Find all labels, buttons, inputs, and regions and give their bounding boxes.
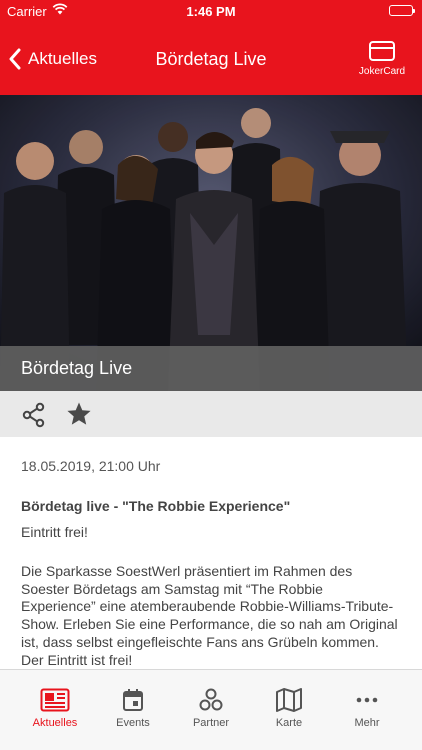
article-content: 18.05.2019, 21:00 Uhr Bördetag live - "T… bbox=[0, 437, 422, 669]
event-date: 18.05.2019, 21:00 Uhr bbox=[21, 458, 161, 474]
tab-partner[interactable]: Partner bbox=[169, 670, 253, 750]
more-icon bbox=[325, 688, 409, 712]
tab-label: Aktuelles bbox=[32, 717, 78, 729]
tab-aktuelles[interactable]: Aktuelles bbox=[13, 670, 97, 750]
article-intro: Eintritt frei! bbox=[21, 524, 88, 540]
status-bar: Carrier 1:46 PM bbox=[0, 0, 422, 22]
map-icon bbox=[247, 688, 331, 712]
tab-label: Karte bbox=[275, 717, 303, 729]
star-icon[interactable] bbox=[66, 401, 92, 432]
tab-label: Partner bbox=[192, 717, 230, 729]
tab-label: Events bbox=[116, 717, 150, 729]
event-hero-image: Bördetag Live bbox=[0, 95, 422, 391]
partner-icon bbox=[169, 688, 253, 712]
back-button[interactable]: Aktuelles bbox=[8, 44, 97, 74]
article-heading: Bördetag live - "The Robbie Experience" bbox=[21, 498, 291, 514]
card-icon bbox=[354, 40, 410, 62]
tab-karte[interactable]: Karte bbox=[247, 670, 331, 750]
back-button-label: Aktuelles bbox=[28, 49, 97, 68]
action-bar bbox=[0, 391, 422, 437]
jokercard-label: JokerCard bbox=[358, 66, 406, 77]
share-icon[interactable] bbox=[21, 402, 47, 433]
hero-caption: Bördetag Live bbox=[0, 346, 422, 391]
article-body: Die Sparkasse SoestWerl präsentiert im R… bbox=[21, 562, 398, 668]
back-chevron-icon bbox=[8, 48, 22, 70]
newspaper-icon bbox=[13, 688, 97, 712]
tab-mehr[interactable]: Mehr bbox=[325, 670, 409, 750]
tab-label: Mehr bbox=[354, 717, 380, 729]
calendar-icon bbox=[91, 688, 175, 712]
tab-events[interactable]: Events bbox=[91, 670, 175, 750]
jokercard-button[interactable]: JokerCard bbox=[354, 40, 410, 77]
navigation-bar: Aktuelles Bördetag Live JokerCard bbox=[0, 22, 422, 95]
battery-icon bbox=[389, 5, 415, 16]
status-time: 1:46 PM bbox=[186, 4, 236, 19]
tab-bar: Aktuelles Events Partner Karte Mehr bbox=[0, 669, 422, 750]
